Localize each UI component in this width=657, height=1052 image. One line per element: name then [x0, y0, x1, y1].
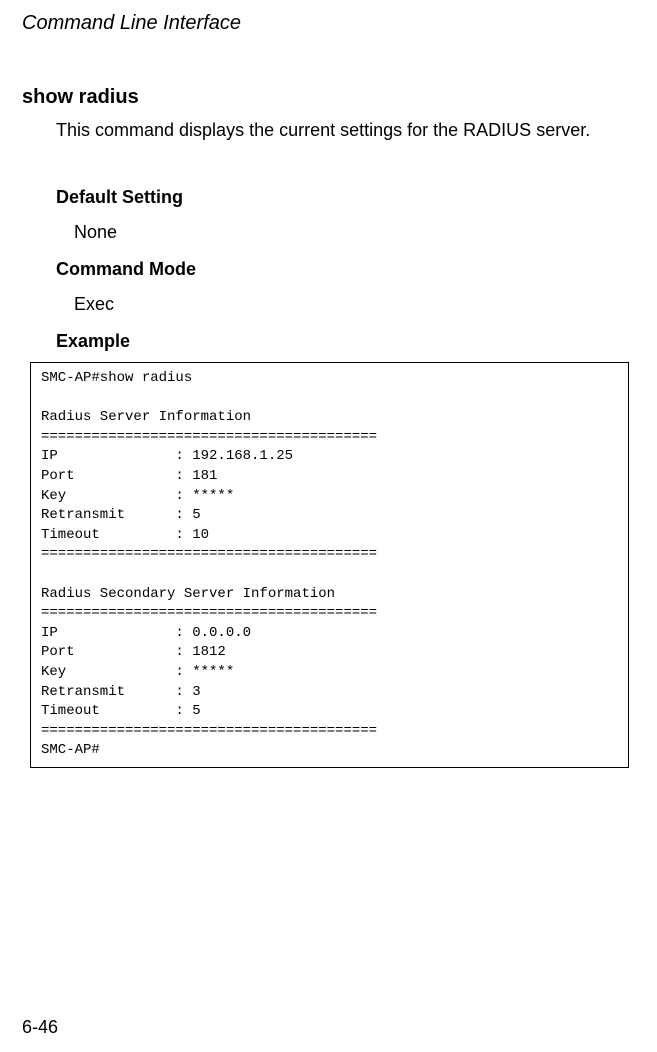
example-heading: Example: [56, 331, 130, 352]
example-output: SMC-AP#show radius Radius Server Informa…: [41, 369, 618, 761]
command-title: show radius: [22, 86, 139, 109]
page-header: Command Line Interface: [22, 12, 241, 35]
command-mode-value: Exec: [74, 294, 114, 315]
command-mode-heading: Command Mode: [56, 259, 196, 280]
page-number: 6-46: [22, 1017, 58, 1038]
default-setting-heading: Default Setting: [56, 187, 183, 208]
default-setting-value: None: [74, 222, 117, 243]
example-output-box: SMC-AP#show radius Radius Server Informa…: [30, 362, 629, 768]
command-description: This command displays the current settin…: [56, 118, 629, 142]
